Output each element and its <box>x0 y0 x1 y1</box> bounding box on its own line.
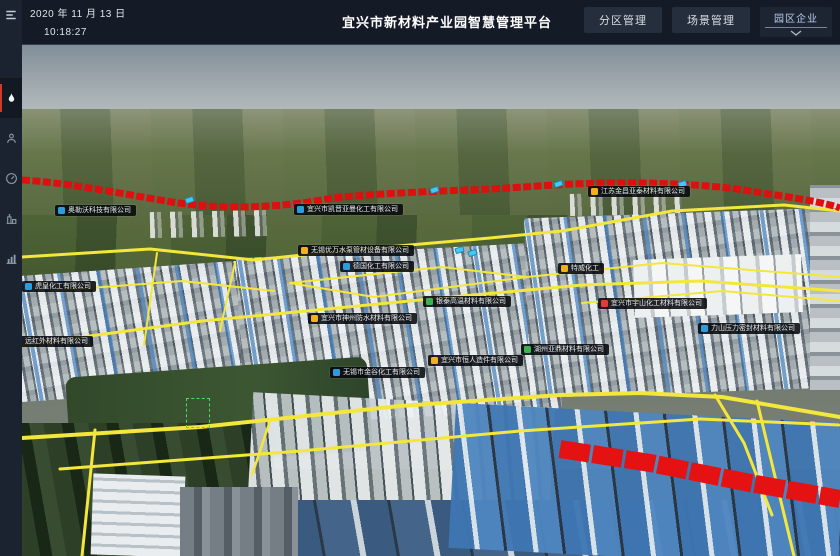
company-label[interactable]: 湖州亚鼎材料有限公司 <box>521 344 609 355</box>
current-date: 2020 年 11 月 13 日 <box>30 5 126 20</box>
sidebar-item-enterprise[interactable] <box>0 198 22 238</box>
company-label[interactable]: 无锡市金谷化工有限公司 <box>330 367 425 378</box>
sidebar-nav <box>0 0 22 556</box>
company-label-text: 江苏金昌亚泰材料有限公司 <box>601 188 685 195</box>
menu-icon <box>4 8 18 22</box>
smart-park-platform-window: 2020 年 11 月 13 日 10:18:27 宜兴市新材料产业园智慧管理平… <box>0 0 840 556</box>
company-label-text: 无锡市金谷化工有限公司 <box>343 369 420 376</box>
yellow-road-line <box>22 249 254 260</box>
company-label-text: 宜兴市凯晋亚曼化工有限公司 <box>307 206 398 213</box>
sidebar-item-energy[interactable] <box>0 158 22 198</box>
yellow-road-line <box>715 395 772 515</box>
gauge-icon <box>5 172 18 185</box>
company-label-text: 力山压力密封材料有限公司 <box>711 325 795 332</box>
yellow-road-line <box>562 205 840 231</box>
company-label[interactable]: 宜兴市恒人造件有限公司 <box>428 355 523 366</box>
company-marker-icon <box>601 300 608 307</box>
company-label[interactable]: 宜兴市凯晋亚曼化工有限公司 <box>294 204 403 215</box>
company-marker-icon <box>524 346 531 353</box>
company-marker-icon <box>301 247 308 254</box>
yellow-road-line <box>252 421 270 475</box>
chevron-down-icon <box>790 30 802 36</box>
company-label-text: 德国化工有限公司 <box>353 263 409 270</box>
company-marker-icon <box>426 298 433 305</box>
company-marker-icon <box>311 315 318 322</box>
sidebar-item-menu[interactable] <box>0 0 22 30</box>
company-label-text: 虎皇化工有限公司 <box>35 283 91 290</box>
company-marker-icon <box>343 263 350 270</box>
datetime-display: 2020 年 11 月 13 日 10:18:27 <box>30 5 126 38</box>
company-label[interactable]: 力山压力密封材料有限公司 <box>698 323 800 334</box>
scene-management-button[interactable]: 场景管理 <box>672 7 750 33</box>
dropdown-underline <box>765 27 827 28</box>
map-canvas[interactable]: 奥勒沃科技有限公司 宜兴市凯晋亚曼化工有限公司无锡优万水泵管材设备有限公司德国化工… <box>22 45 840 556</box>
current-time: 10:18:27 <box>44 27 126 38</box>
company-label-text: 特威化工 <box>571 265 599 272</box>
red-route-lower <box>560 449 840 499</box>
yellow-road-line <box>144 253 157 345</box>
company-label[interactable]: 无锡优万水泵管材设备有限公司 <box>298 245 414 256</box>
company-label[interactable]: 远红外材料有限公司 <box>22 336 93 347</box>
company-label[interactable]: 宜兴市宇山化工材料有限公司 <box>598 298 707 309</box>
sidebar-item-personnel[interactable] <box>0 118 22 158</box>
company-label[interactable]: 银泰高温材料有限公司 <box>423 296 511 307</box>
flame-icon <box>5 91 18 105</box>
company-label-text: 宜兴市恒人造件有限公司 <box>441 357 518 364</box>
company-marker-icon <box>701 325 708 332</box>
company-label-text: 远红外材料有限公司 <box>25 338 88 345</box>
company-marker-icon <box>297 206 304 213</box>
company-label-text: 无锡优万水泵管材设备有限公司 <box>311 247 409 254</box>
sidebar-item-fire-monitor[interactable] <box>0 78 22 118</box>
company-label[interactable]: 德国化工有限公司 <box>340 261 414 272</box>
header-bar: 2020 年 11 月 13 日 10:18:27 宜兴市新材料产业园智慧管理平… <box>0 0 840 45</box>
company-label[interactable]: 宜兴市神州防水材料有限公司 <box>308 313 417 324</box>
park-enterprise-dropdown[interactable]: 园区企业 <box>760 7 832 37</box>
page-title: 宜兴市新材料产业园智慧管理平台 <box>342 12 552 31</box>
company-label-text: 宜兴市宇山化工材料有限公司 <box>611 300 702 307</box>
company-marker-icon <box>333 369 340 376</box>
company-label-text: 湖州亚鼎材料有限公司 <box>534 346 604 353</box>
company-label-text: 银泰高温材料有限公司 <box>436 298 506 305</box>
company-marker-icon <box>431 357 438 364</box>
header-actions: 分区管理 场景管理 园区企业 <box>584 7 832 37</box>
selection-box[interactable] <box>186 398 210 428</box>
person-icon <box>5 132 18 145</box>
sidebar-items <box>0 78 22 278</box>
company-label[interactable]: 奥勒沃科技有限公司 <box>55 205 136 216</box>
yellow-road-line <box>220 263 235 331</box>
company-label-text: 宜兴市神州防水材料有限公司 <box>321 315 412 322</box>
company-label[interactable]: 特威化工 <box>558 263 604 274</box>
bar-chart-icon <box>5 252 18 265</box>
company-marker-icon <box>25 283 32 290</box>
partition-management-button[interactable]: 分区管理 <box>584 7 662 33</box>
yellow-road-line <box>82 430 95 556</box>
company-marker-icon <box>561 265 568 272</box>
sidebar-item-statistics[interactable] <box>0 238 22 278</box>
company-marker-icon <box>591 188 598 195</box>
company-marker-icon <box>58 207 65 214</box>
dropdown-label: 园区企业 <box>764 10 828 27</box>
company-label-text: 奥勒沃科技有限公司 <box>68 207 131 214</box>
company-label[interactable]: 江苏金昌亚泰材料有限公司 <box>588 186 690 197</box>
company-label[interactable]: 虎皇化工有限公司 <box>22 281 96 292</box>
factory-icon <box>5 212 18 225</box>
